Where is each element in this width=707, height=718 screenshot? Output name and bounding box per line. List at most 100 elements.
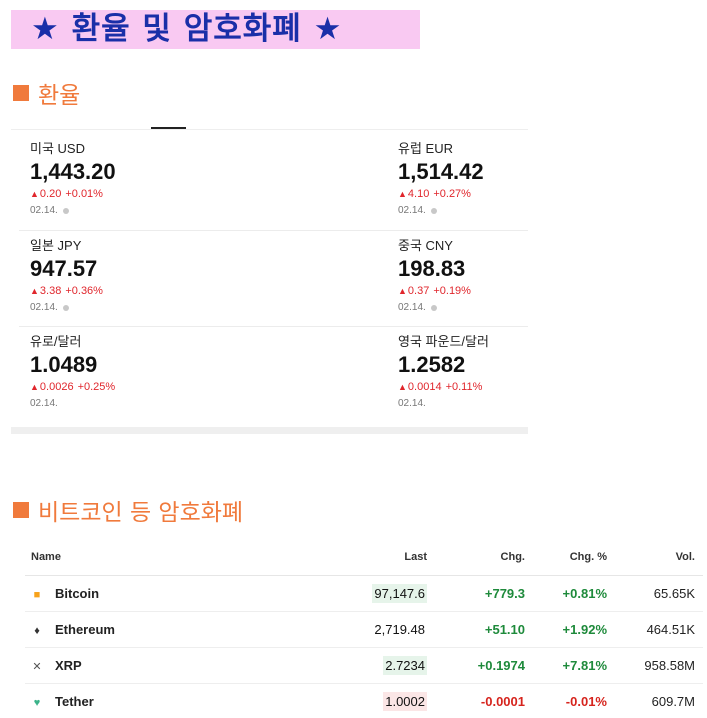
fx-change-amount: 3.38 <box>39 285 62 297</box>
coin-name: Tether <box>55 693 94 709</box>
fx-rate-card[interactable]: 유럽 EUR 1,514.42 ▲4.10 +0.27% 02.14. <box>398 141 578 237</box>
fx-rate-value: 1,443.20 <box>30 159 116 184</box>
fx-change: ▲0.0014 +0.11% <box>398 380 578 394</box>
coin-name-cell[interactable]: ✕ XRP <box>25 647 225 684</box>
page-banner: ★ 환율 및 암호화폐 ★ <box>11 10 420 49</box>
table-row[interactable]: ♦ Ethereum 2,719.48 +51.10 +1.92% 464.51K <box>25 611 703 648</box>
fx-change-percent: +0.19% <box>433 285 471 297</box>
fx-rate-value: 1.0489 <box>30 352 98 377</box>
last-price-cell: 2.7234 <box>225 647 435 684</box>
coin-name-cell[interactable]: ♦ Ethereum <box>25 611 225 648</box>
fx-change-percent: +0.25% <box>77 381 116 393</box>
change-cell: +51.10 <box>435 611 533 648</box>
fx-date-text: 02.14. <box>398 398 426 409</box>
last-price-cell: 2,719.48 <box>225 611 435 648</box>
fx-date-text: 02.14. <box>398 205 426 216</box>
volume-cell: 464.51K <box>615 611 703 648</box>
fx-rate-card[interactable]: 유로/달러 1.0489 ▲0.0026 +0.25% 02.14. <box>30 334 210 430</box>
fx-change-amount: 0.0026 <box>39 381 74 393</box>
last-price-cell: 97,147.6 <box>225 575 435 612</box>
fx-rate-card[interactable]: 중국 CNY 198.83 ▲0.37 +0.19% 02.14. <box>398 238 578 334</box>
fx-change-amount: 0.20 <box>39 188 62 200</box>
fx-change-amount: 4.10 <box>407 188 430 200</box>
fx-date: 02.14. <box>30 204 210 217</box>
fx-date-text: 02.14. <box>30 398 58 409</box>
tether-icon: ♥ <box>33 696 41 709</box>
table-row[interactable]: ■ Bitcoin 97,147.6 +779.3 +0.81% 65.65K <box>25 575 703 612</box>
column-header-chg[interactable]: Chg. <box>435 540 533 576</box>
fx-panel: 미국 USD 1,443.20 ▲0.20 +0.01% 02.14. 유럽 EUR 1,5… <box>11 127 528 434</box>
bitcoin-icon: ■ <box>33 588 41 601</box>
square-bullet-icon <box>13 85 29 101</box>
triangle-up-icon: ▲ <box>30 286 39 296</box>
column-header-last[interactable]: Last <box>225 540 435 576</box>
fx-rate-value: 947.57 <box>30 256 98 281</box>
fx-change-percent: +0.11% <box>445 381 483 393</box>
divider <box>11 129 528 130</box>
fx-change-percent: +0.36% <box>65 285 103 297</box>
fx-currency-name: 영국 파운드/달러 <box>398 334 489 349</box>
triangle-up-icon: ▲ <box>398 189 407 199</box>
last-price: 1.0002 <box>383 691 427 711</box>
fx-currency-name: 미국 USD <box>30 141 85 156</box>
change-percent-cell: +1.92% <box>533 611 615 648</box>
fx-change: ▲3.38 +0.36% <box>30 284 210 298</box>
fx-rate-card[interactable]: 미국 USD 1,443.20 ▲0.20 +0.01% 02.14. <box>30 141 210 237</box>
crypto-section-title-text: 비트코인 등 암호화폐 <box>38 500 244 526</box>
volume-cell: 609.7M <box>615 683 703 718</box>
live-dot-icon <box>62 304 69 311</box>
triangle-up-icon: ▲ <box>398 382 407 392</box>
change-percent-cell: +7.81% <box>533 647 615 684</box>
fx-date: 02.14. <box>398 397 578 410</box>
fx-change-amount: 0.0014 <box>407 381 442 393</box>
fx-change: ▲4.10 +0.27% <box>398 187 578 201</box>
fx-rate-card[interactable]: 일본 JPY 947.57 ▲3.38 +0.36% 02.14. <box>30 238 210 334</box>
coin-name: XRP <box>55 657 82 673</box>
ethereum-icon: ♦ <box>34 624 40 637</box>
fx-change: ▲0.0026 +0.25% <box>30 380 210 394</box>
crypto-table: Name Last Chg. Chg. % Vol. ■ Bitcoin 97,14… <box>25 540 703 718</box>
coin-name-cell[interactable]: ♥ Tether <box>25 683 225 718</box>
triangle-up-icon: ▲ <box>398 286 407 296</box>
fx-change-amount: 0.37 <box>407 285 430 297</box>
volume-cell: 65.65K <box>615 575 703 612</box>
fx-date-text: 02.14. <box>30 205 58 216</box>
live-dot-icon <box>62 207 69 214</box>
column-header-name[interactable]: Name <box>25 540 225 576</box>
fx-change-percent: +0.01% <box>65 188 103 200</box>
triangle-up-icon: ▲ <box>30 189 39 199</box>
fx-rate-card[interactable]: 영국 파운드/달러 1.2582 ▲0.0014 +0.11% 02.14. <box>398 334 578 430</box>
volume-cell: 958.58M <box>615 647 703 684</box>
column-header-vol[interactable]: Vol. <box>615 540 703 576</box>
fx-rate-value: 198.83 <box>398 256 466 281</box>
fx-currency-name: 유럽 EUR <box>398 141 453 156</box>
live-dot-icon <box>430 304 437 311</box>
fx-date: 02.14. <box>398 204 578 217</box>
change-percent-cell: +0.81% <box>533 575 615 612</box>
column-header-chg-pct[interactable]: Chg. % <box>533 540 615 576</box>
fx-section-title: 환율 <box>13 76 80 110</box>
last-price-cell: 1.0002 <box>225 683 435 718</box>
fx-rate-value: 1,514.42 <box>398 159 484 184</box>
square-bullet-icon <box>13 502 29 518</box>
last-price: 2.7234 <box>383 655 427 675</box>
change-percent-cell: -0.01% <box>533 683 615 718</box>
change-cell: +779.3 <box>435 575 533 612</box>
fx-date-text: 02.14. <box>398 302 426 313</box>
fx-date: 02.14. <box>398 301 578 314</box>
coin-name-cell[interactable]: ■ Bitcoin <box>25 575 225 612</box>
fx-rate-value: 1.2582 <box>398 352 466 377</box>
live-dot-icon <box>430 207 437 214</box>
change-cell: +0.1974 <box>435 647 533 684</box>
fx-currency-name: 일본 JPY <box>30 238 82 253</box>
xrp-icon: ✕ <box>32 660 42 673</box>
fx-change-percent: +0.27% <box>433 188 471 200</box>
coin-name: Ethereum <box>55 621 115 637</box>
last-price: 97,147.6 <box>372 583 427 603</box>
tab-indicator[interactable] <box>151 127 186 129</box>
crypto-section-title: 비트코인 등 암호화폐 <box>13 493 243 527</box>
last-price: 2,719.48 <box>374 621 425 637</box>
fx-section-title-text: 환율 <box>38 83 81 109</box>
table-row[interactable]: ✕ XRP 2.7234 +0.1974 +7.81% 958.58M <box>25 647 703 684</box>
table-row[interactable]: ♥ Tether 1.0002 -0.0001 -0.01% 609.7M <box>25 683 703 718</box>
